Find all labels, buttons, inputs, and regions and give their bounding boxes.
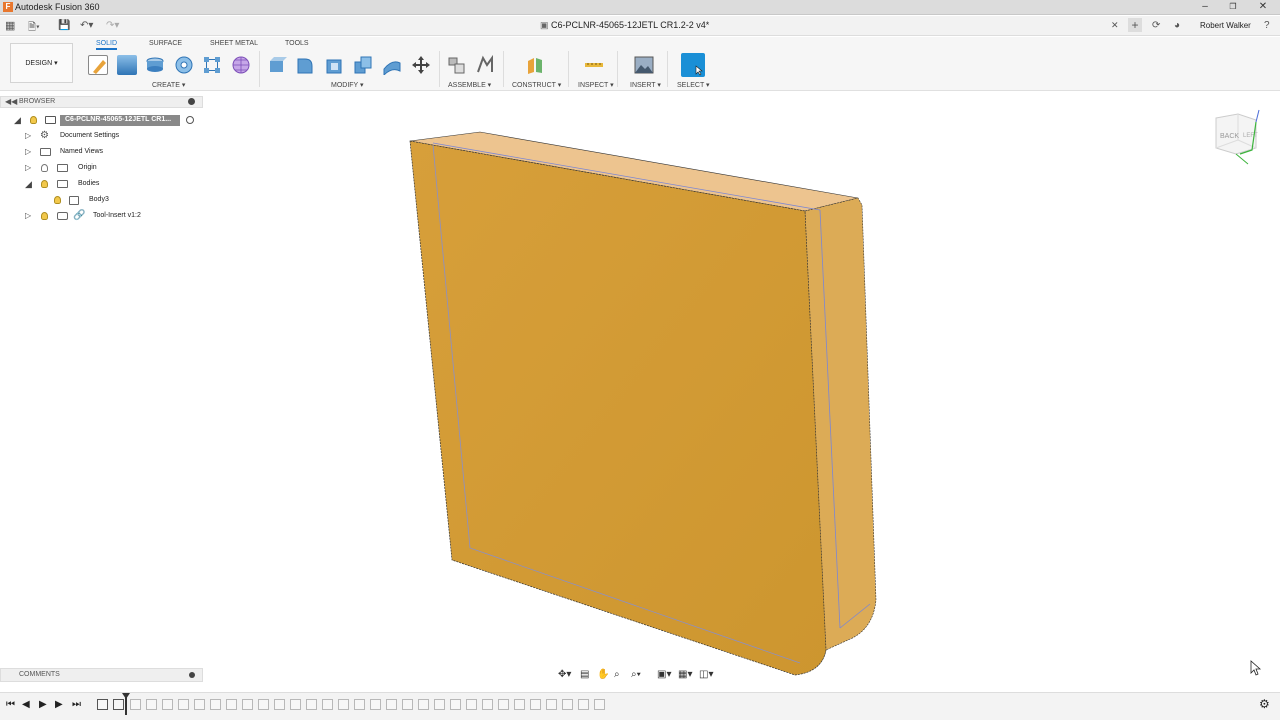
timeline-feature-icon[interactable] xyxy=(514,699,525,710)
timeline-feature-icon[interactable] xyxy=(530,699,541,710)
timeline-feature-icon[interactable] xyxy=(130,699,141,710)
timeline-feature-icon[interactable] xyxy=(370,699,381,710)
go-to-start-icon[interactable]: ⏮ xyxy=(6,699,15,710)
timeline-feature-icon[interactable] xyxy=(226,699,237,710)
timeline-feature-icon[interactable] xyxy=(578,699,589,710)
front-face xyxy=(409,140,827,676)
orbit-icon[interactable]: ✥▾ xyxy=(558,669,571,680)
timeline-feature-icon[interactable] xyxy=(482,699,493,710)
timeline-feature-icon[interactable] xyxy=(162,699,173,710)
timeline-feature-icon[interactable] xyxy=(258,699,269,710)
timeline-feature-icon[interactable] xyxy=(178,699,189,710)
timeline-feature-icon[interactable] xyxy=(450,699,461,710)
timeline-feature-icon[interactable] xyxy=(338,699,349,710)
timeline-feature-icon[interactable] xyxy=(113,699,124,710)
viewcube-back-label: BACK xyxy=(1220,133,1239,140)
timeline-feature-icon[interactable] xyxy=(306,699,317,710)
fit-icon[interactable]: ⌕▾ xyxy=(631,669,641,680)
timeline-feature-icon[interactable] xyxy=(594,699,605,710)
timeline-feature-icon[interactable] xyxy=(274,699,285,710)
viewcube-left-label: LEFT xyxy=(1243,133,1258,139)
timeline-bar: ⏮ ◀ ▶ ▶ ⏭ ⚙ xyxy=(0,692,1280,720)
play-icon[interactable]: ▶ xyxy=(39,699,47,710)
timeline-feature-icon[interactable] xyxy=(210,699,221,710)
pan-icon[interactable]: ✋ xyxy=(597,669,609,680)
timeline-feature-icon[interactable] xyxy=(386,699,397,710)
timeline-feature-icon[interactable] xyxy=(354,699,365,710)
timeline-feature-icon[interactable] xyxy=(290,699,301,710)
timeline-feature-icon[interactable] xyxy=(242,699,253,710)
model-canvas[interactable] xyxy=(0,0,1280,720)
timeline-feature-icon[interactable] xyxy=(562,699,573,710)
go-to-end-icon[interactable]: ⏭ xyxy=(72,699,81,710)
mouse-cursor xyxy=(1250,660,1262,676)
zoom-icon[interactable]: ⌕ xyxy=(614,669,620,680)
timeline-feature-icon[interactable] xyxy=(466,699,477,710)
add-comment-icon[interactable] xyxy=(189,672,195,678)
timeline-feature-icon[interactable] xyxy=(498,699,509,710)
display-settings-icon[interactable]: ▣▾ xyxy=(657,669,671,680)
timeline-feature-icon[interactable] xyxy=(434,699,445,710)
step-forward-icon[interactable]: ▶ xyxy=(55,699,63,710)
timeline-feature-icon[interactable] xyxy=(194,699,205,710)
comments-title: COMMENTS xyxy=(19,671,60,678)
timeline-feature-icon[interactable] xyxy=(97,699,108,710)
grid-settings-icon[interactable]: ▦▾ xyxy=(678,669,692,680)
timeline-feature-icon[interactable] xyxy=(418,699,429,710)
step-back-icon[interactable]: ◀ xyxy=(22,699,30,710)
timeline-feature-icon[interactable] xyxy=(322,699,333,710)
timeline-feature-icon[interactable] xyxy=(402,699,413,710)
comments-panel[interactable]: COMMENTS xyxy=(0,668,203,682)
look-at-icon[interactable]: ▤ xyxy=(580,669,589,680)
timeline-feature-icon[interactable] xyxy=(546,699,557,710)
navigation-bar: ✥▾ ▤ ✋ ⌕ ⌕▾ ▣▾ ▦▾ ◫▾ xyxy=(554,668,720,684)
viewcube[interactable]: BACK LEFT xyxy=(1212,108,1262,168)
timeline-feature-icon[interactable] xyxy=(146,699,157,710)
timeline-settings-gear-icon[interactable]: ⚙ xyxy=(1259,697,1270,711)
viewports-icon[interactable]: ◫▾ xyxy=(699,669,713,680)
